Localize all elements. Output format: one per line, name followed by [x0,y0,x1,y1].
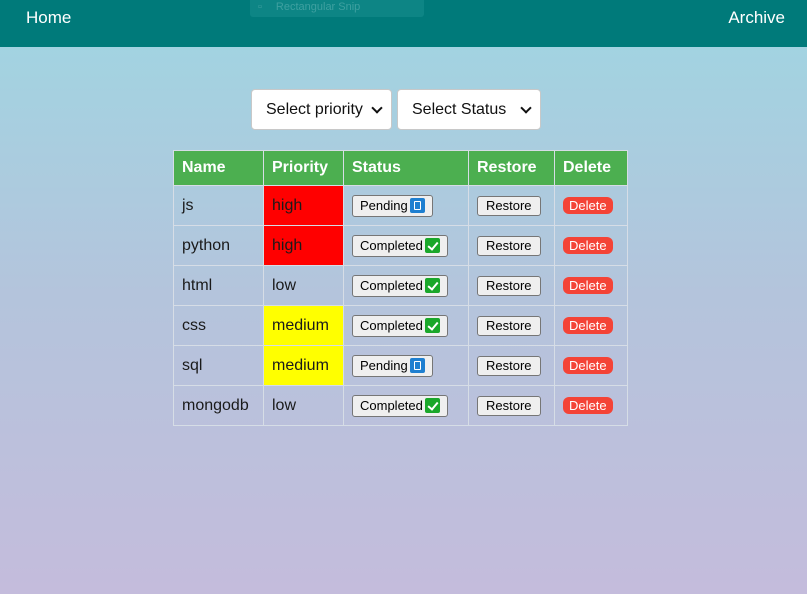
delete-button[interactable]: Delete [563,316,613,334]
table-row: js high Pending Restore Delete [173,185,628,226]
check-mark-emoji-icon [424,238,440,253]
chevron-down-icon [520,101,532,114]
status-toggle-button[interactable]: Completed [352,314,448,337]
priority-filter-select[interactable]: Select priority [251,89,392,130]
task-priority-cell: low [263,265,344,306]
delete-button[interactable]: Delete [563,196,613,214]
restore-button[interactable]: Restore [477,275,541,296]
status-toggle-button[interactable]: Completed [352,394,448,417]
delete-button[interactable]: Delete [563,396,613,414]
task-name-cell: python [173,225,264,266]
nav-archive-link[interactable]: Archive [728,8,785,28]
task-delete-cell: Delete [554,185,628,226]
task-delete-cell: Delete [554,385,628,426]
status-toggle-button[interactable]: Pending [352,354,433,377]
task-restore-cell: Restore [468,345,555,386]
task-priority-cell: high [263,225,344,266]
task-name-cell: css [173,305,264,346]
table-row: html low Completed Restore Delete [173,265,628,306]
status-label: Completed [360,318,423,333]
column-header-name: Name [173,150,264,186]
pending-emoji-icon [409,358,425,373]
restore-button[interactable]: Restore [477,235,541,256]
task-restore-cell: Restore [468,185,555,226]
snip-tooltip-overlay: ▫ Rectangular Snip [250,0,424,17]
snip-icon: ▫ [258,1,262,13]
task-status-cell: Pending [343,185,469,226]
column-header-priority: Priority [263,150,344,186]
task-status-cell: Pending [343,345,469,386]
task-priority-cell: medium [263,345,344,386]
task-status-cell: Completed [343,305,469,346]
status-filter-value: Select Status [412,100,507,118]
status-filter-select[interactable]: Select Status [397,89,541,130]
filter-bar: Select priority Select Status [251,89,541,130]
task-restore-cell: Restore [468,225,555,266]
snip-tooltip-label: Rectangular Snip [275,1,361,13]
task-delete-cell: Delete [554,225,628,266]
column-header-restore: Restore [468,150,555,186]
column-header-delete: Delete [554,150,628,186]
status-label: Completed [360,238,423,253]
task-name-cell: html [173,265,264,306]
restore-button[interactable]: Restore [477,315,541,336]
status-label: Pending [360,358,408,373]
tasks-table: Name Priority Status Restore Delete js hi… [173,150,628,426]
task-delete-cell: Delete [554,305,628,346]
check-mark-emoji-icon [424,398,440,413]
restore-button[interactable]: Restore [477,355,541,376]
table-row: mongodb low Completed Restore Delete [173,385,628,426]
task-priority-cell: medium [263,305,344,346]
table-header-row: Name Priority Status Restore Delete [173,150,628,186]
delete-button[interactable]: Delete [563,276,613,294]
check-mark-emoji-icon [424,278,440,293]
status-toggle-button[interactable]: Completed [352,234,448,257]
task-restore-cell: Restore [468,305,555,346]
nav-home-link[interactable]: Home [26,8,71,28]
status-label: Pending [360,198,408,213]
task-delete-cell: Delete [554,345,628,386]
navbar: Home ▫ Rectangular Snip Archive [0,0,807,47]
task-status-cell: Completed [343,385,469,426]
delete-button[interactable]: Delete [563,356,613,374]
table-row: sql medium Pending Restore Delete [173,345,628,386]
column-header-status: Status [343,150,469,186]
pending-emoji-icon [409,198,425,213]
status-label: Completed [360,398,423,413]
task-name-cell: js [173,185,264,226]
task-delete-cell: Delete [554,265,628,306]
task-priority-cell: low [263,385,344,426]
restore-button[interactable]: Restore [477,195,541,216]
task-priority-cell: high [263,185,344,226]
status-toggle-button[interactable]: Completed [352,274,448,297]
task-restore-cell: Restore [468,265,555,306]
status-label: Completed [360,278,423,293]
check-mark-emoji-icon [424,318,440,333]
task-name-cell: mongodb [173,385,264,426]
task-status-cell: Completed [343,225,469,266]
task-name-cell: sql [173,345,264,386]
table-row: css medium Completed Restore Delete [173,305,628,346]
chevron-down-icon [371,101,383,114]
task-restore-cell: Restore [468,385,555,426]
priority-filter-value: Select priority [266,100,363,118]
table-row: python high Completed Restore Delete [173,225,628,266]
task-status-cell: Completed [343,265,469,306]
restore-button[interactable]: Restore [477,395,541,416]
delete-button[interactable]: Delete [563,236,613,254]
status-toggle-button[interactable]: Pending [352,194,433,217]
